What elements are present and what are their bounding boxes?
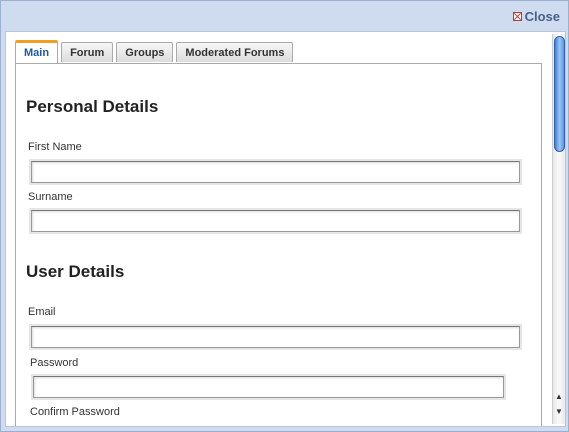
close-button[interactable]: Close [512,8,560,24]
first-name-label: First Name [28,141,82,153]
scrollbar-thumb[interactable] [554,36,565,152]
tab-groups-label: Groups [125,46,165,59]
scroll-up-icon[interactable]: ▲ [553,390,565,403]
tab-content-main: Personal Details First Name Surname User… [15,63,542,426]
surname-label: Surname [28,191,73,203]
tab-main[interactable]: Main [15,40,59,63]
dialog-panel: Main Forum Groups Moderated Forums Perso… [5,31,566,427]
surname-input[interactable] [31,210,520,232]
tab-forum-label: Forum [70,46,105,59]
tab-forum[interactable]: Forum [61,42,114,62]
tab-bar: Main Forum Groups Moderated Forums [15,40,294,64]
dialog-titlebar: Close [1,1,568,31]
tab-main-label: Main [24,47,50,59]
scroll-down-icon[interactable]: ▼ [553,405,565,418]
password-input[interactable] [33,376,504,398]
vertical-scrollbar[interactable]: ▲ ▼ [552,34,565,424]
modal-dialog: Close Main Forum Groups Moderated Forums… [0,0,569,432]
email-label: Email [28,306,56,318]
first-name-input[interactable] [31,161,520,183]
email-input[interactable] [31,326,520,348]
close-icon [512,11,522,21]
personal-details-heading: Personal Details [26,97,159,116]
tab-groups[interactable]: Groups [116,42,174,62]
close-label: Close [524,8,560,24]
password-label: Password [30,357,79,369]
tab-moderated-forums[interactable]: Moderated Forums [176,42,294,62]
confirm-password-label: Confirm Password [30,406,120,418]
tab-moderated-forums-label: Moderated Forums [185,46,285,59]
user-details-heading: User Details [26,262,125,281]
